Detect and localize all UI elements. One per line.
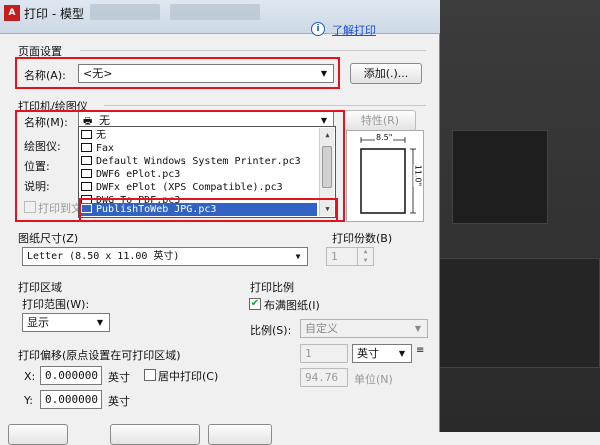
page-setup-name-label: 名称(A):: [24, 69, 66, 82]
printer-icon: [81, 142, 92, 152]
scroll-down-icon[interactable]: ▼: [320, 202, 335, 216]
paper-height-label: 11.0": [413, 164, 423, 187]
chevron-down-icon: ▼: [96, 318, 104, 327]
center-plot-checkbox[interactable]: [144, 369, 156, 381]
printer-option[interactable]: DWF6 ePlot.pc3: [81, 168, 317, 181]
fit-to-paper-checkbox[interactable]: ✔: [249, 298, 261, 310]
divider: [104, 105, 426, 106]
window-title: 打印 - 模型: [24, 7, 84, 21]
print-dialog: A 打印 - 模型 i 了解打印 页面设置 名称(A): <无> ▼ 添加(.)…: [0, 0, 440, 445]
scale-unit-value: 英寸: [357, 347, 379, 360]
printer-icon: [81, 129, 92, 139]
add-page-setup-button[interactable]: 添加(.)...: [350, 63, 422, 84]
title-bar-blurred-tab: [170, 4, 260, 20]
fit-to-paper-label: 布满图纸(I): [264, 299, 320, 312]
plot-scale-heading: 打印比例: [250, 281, 294, 294]
plot-range-value: 显示: [27, 316, 49, 329]
offset-x-input[interactable]: 0.000000: [40, 366, 102, 385]
offset-y-label: Y:: [24, 394, 33, 407]
offset-x-value: 0.000000: [45, 369, 98, 382]
background-window: [432, 0, 600, 432]
printer-icon: [81, 181, 92, 191]
scale-value-2: 94.76: [305, 371, 339, 384]
offset-y-unit: 英寸: [108, 395, 130, 408]
print-to-file-checkbox[interactable]: [24, 201, 36, 213]
plot-range-select[interactable]: 显示 ▼: [22, 313, 110, 332]
location-label: 位置:: [24, 160, 50, 173]
scrollbar-thumb[interactable]: [322, 146, 332, 188]
scale-unit-select[interactable]: 英寸 ▼: [352, 344, 412, 363]
printer-option[interactable]: Fax: [81, 142, 317, 155]
offset-x-unit: 英寸: [108, 371, 130, 384]
plot-range-label: 打印范围(W):: [22, 298, 90, 311]
scale-label: 比例(S):: [250, 324, 292, 337]
copies-input[interactable]: 1 ▲ ▼: [326, 247, 374, 266]
paper-size-value: Letter (8.50 x 11.00 英寸): [27, 251, 180, 262]
page-setup-name-value: <无>: [83, 67, 113, 80]
paper-size-heading: 图纸尺寸(Z): [18, 232, 79, 245]
center-plot-label: 居中打印(C): [158, 370, 219, 383]
bottom-button[interactable]: [208, 424, 272, 445]
drawing-units-label: 单位(N): [354, 373, 393, 386]
printer-icon: [81, 155, 92, 165]
paper-preview: 8.5" 11.0": [346, 130, 424, 222]
scroll-up-icon[interactable]: ▲: [320, 128, 335, 142]
bottom-button[interactable]: [8, 424, 68, 445]
title-bar-blurred-tab: [90, 4, 160, 20]
spinner-icon[interactable]: ▲ ▼: [357, 247, 373, 266]
equals-icon: ≡: [416, 345, 425, 356]
chevron-down-icon: ▼: [320, 69, 328, 78]
printer-option-selected[interactable]: PublishToWeb JPG.pc3: [81, 203, 317, 216]
paper-width-label: 8.5": [375, 133, 394, 142]
chevron-down-icon: ▼: [414, 324, 422, 333]
offset-y-input[interactable]: 0.000000: [40, 390, 102, 409]
printer-name-label: 名称(M):: [24, 116, 68, 129]
printer-option[interactable]: 无: [81, 129, 317, 142]
chevron-down-icon: ▼: [295, 252, 301, 261]
scale-value-input[interactable]: 1: [300, 344, 348, 363]
printer-option[interactable]: Default Windows System Printer.pc3: [81, 155, 317, 168]
info-icon: i: [311, 22, 325, 36]
printer-option[interactable]: DWFx ePlot (XPS Compatible).pc3: [81, 181, 317, 194]
offset-x-label: X:: [24, 370, 36, 383]
page-setup-name-select[interactable]: <无> ▼: [78, 64, 334, 83]
copies-value: 1: [331, 250, 338, 263]
scale-value: 自定义: [305, 322, 338, 335]
description-label: 说明:: [24, 180, 50, 193]
learn-print-link[interactable]: 了解打印: [332, 22, 376, 38]
printer-option[interactable]: DWG To PDF.pc3: [81, 194, 317, 203]
printer-icon: [81, 203, 92, 213]
divider: [80, 50, 426, 51]
properties-button[interactable]: 特性(R): [344, 110, 416, 131]
printer-icon: [81, 168, 92, 178]
drawing-units-input[interactable]: 94.76: [300, 368, 348, 387]
paper-size-select[interactable]: Letter (8.50 x 11.00 英寸) ▼: [22, 247, 308, 266]
dropdown-scrollbar[interactable]: ▲ ▼: [319, 128, 334, 216]
scale-select[interactable]: 自定义 ▼: [300, 319, 428, 338]
copies-heading: 打印份数(B): [332, 232, 393, 245]
chevron-down-icon: ▼: [398, 349, 406, 358]
plotter-label: 绘图仪:: [24, 140, 61, 153]
plot-offset-heading: 打印偏移(原点设置在可打印区域): [18, 349, 181, 362]
background-thumbnail: [452, 130, 548, 224]
autocad-logo-icon: A: [4, 5, 20, 21]
bottom-button[interactable]: [110, 424, 200, 445]
plot-area-heading: 打印区域: [18, 281, 62, 294]
background-panel: [432, 258, 600, 368]
scale-value-1: 1: [305, 347, 312, 360]
printer-icon: [81, 194, 92, 203]
page-setup-heading: 页面设置: [18, 45, 62, 58]
offset-y-value: 0.000000: [45, 393, 98, 406]
printer-dropdown-list[interactable]: 无 Fax Default Windows System Printer.pc3…: [78, 126, 336, 218]
